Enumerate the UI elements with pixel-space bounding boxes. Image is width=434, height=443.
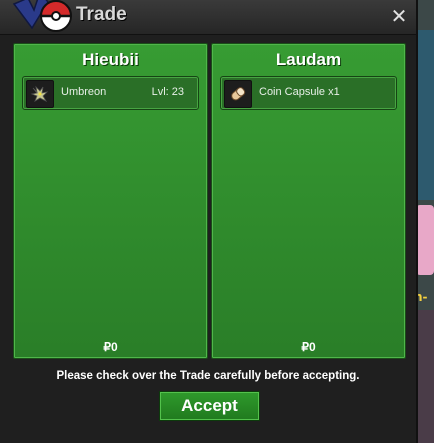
umbreon-sprite-icon (26, 80, 54, 108)
player-name: Hieubii (82, 50, 139, 69)
money-offer: ₽0 (103, 340, 118, 354)
close-button[interactable]: ✕ (388, 4, 410, 28)
money-offer: ₽0 (301, 340, 316, 354)
accept-button[interactable]: Accept (159, 391, 260, 421)
trade-item-slot[interactable]: Coin Capsule x1 (220, 76, 397, 110)
item-level: Lvl: 23 (151, 86, 184, 98)
trade-panel-self: Hieubii Umbreon Lvl: 23 ₽0 (13, 43, 208, 359)
item-name: Coin Capsule x1 (259, 86, 340, 98)
pokeball-logo-icon (12, 0, 72, 32)
scene-sprite (416, 205, 434, 275)
trade-window: Trade ✕ Hieubii Umbreon Lvl: 23 ₽0 Lauda… (0, 0, 418, 443)
player-name: Laudam (275, 50, 342, 69)
close-icon: ✕ (390, 4, 408, 28)
trade-item-slot[interactable]: Umbreon Lvl: 23 (22, 76, 199, 110)
trade-panel-partner: Laudam Coin Capsule x1 ₽0 (211, 43, 406, 359)
title-bar[interactable]: Trade ✕ (0, 0, 416, 35)
item-name: Umbreon (61, 86, 107, 98)
window-title: Trade (76, 4, 127, 25)
trade-warning-text: Please check over the Trade carefully be… (56, 370, 360, 382)
coin-capsule-icon (224, 80, 252, 108)
